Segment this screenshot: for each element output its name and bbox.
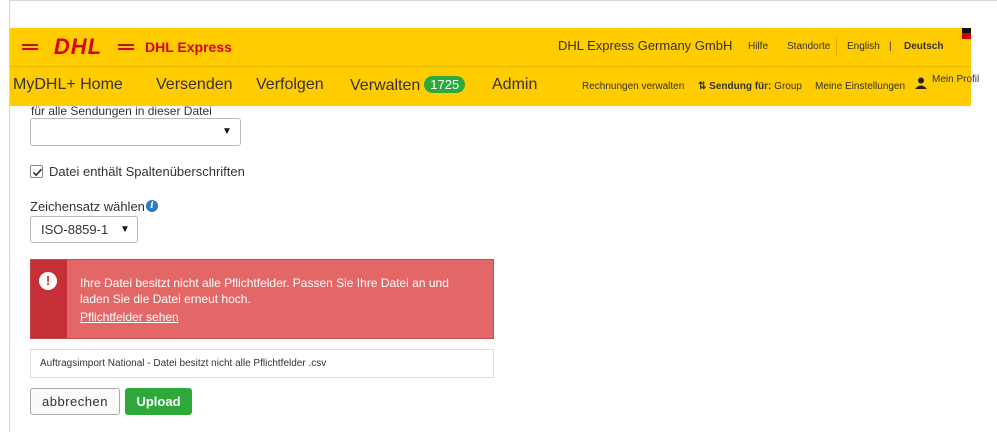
nav-verfolgen[interactable]: Verfolgen [256,76,324,94]
sendung-arrows-icon: ⇅ [698,81,707,92]
nav-verwalten[interactable]: Verwalten 1725 [350,76,466,95]
charset-label: Zeichensatz wählen [30,199,145,214]
cancel-button[interactable]: abbrechen [30,388,120,415]
nav-versenden[interactable]: Versenden [156,76,233,94]
alert-message: Ihre Datei besitzt nicht alle Pflichtfel… [80,276,449,306]
column-headers-checkbox[interactable] [30,165,43,178]
file-name: Auftragsimport National - Datei besitzt … [40,358,327,369]
alert-icon-strip: ! [31,260,67,338]
language-english-link[interactable]: English [847,41,880,52]
required-fields-link[interactable]: Pflichtfelder sehen [80,310,179,324]
nav-meine-einstellungen[interactable]: Meine Einstellungen [815,81,905,92]
sendung-fuer-selector[interactable]: ⇅ Sendung für: Group [698,81,802,92]
nav-mein-profil[interactable]: Mein Profil [932,74,979,85]
column-headers-label: Datei enthält Spaltenüberschriften [49,164,245,179]
top-header-bar: DHL DHL Express DHL Express Germany GmbH… [10,28,971,66]
sendung-value: Group [774,81,802,92]
exclamation-icon: ! [39,272,57,290]
logo-text: DHL [54,34,102,59]
chevron-down-icon: ▼ [222,126,232,137]
user-icon [915,77,927,92]
nav-verwalten-label: Verwalten [350,77,421,94]
info-icon[interactable]: i [146,200,158,212]
error-alert: ! Ihre Datei besitzt nicht alle Pflichtf… [30,259,494,339]
help-link[interactable]: Hilfe [748,41,768,52]
brand-name: DHL Express [145,39,232,55]
dhl-logo[interactable]: DHL [22,34,134,60]
nav-admin[interactable]: Admin [492,76,537,94]
chevron-down-icon: ▼ [120,224,130,235]
language-deutsch-link[interactable]: Deutsch [904,41,943,52]
nav-rechnungen-verwalten[interactable]: Rechnungen verwalten [582,81,684,92]
sendung-label: Sendung für: [709,81,772,92]
verwalten-count-badge: 1725 [424,76,466,93]
charset-value: ISO-8859-1 [41,222,109,237]
locations-link[interactable]: Standorte [787,41,830,52]
language-separator: | [889,41,892,52]
shipment-option-select[interactable]: ▼ [30,118,241,146]
company-name: DHL Express Germany GmbH [558,38,733,53]
german-flag-icon[interactable] [962,28,971,44]
shipment-file-label: für alle Sendungen in dieser Datei [31,104,212,118]
uploaded-file-field: Auftragsimport National - Datei besitzt … [30,349,494,378]
checkmark-icon [32,168,43,177]
nav-mydhl-home[interactable]: MyDHL+ Home [13,76,123,94]
upload-button[interactable]: Upload [125,388,192,415]
main-nav: MyDHL+ Home Versenden Verfolgen Verwalte… [10,66,979,106]
charset-select[interactable]: ISO-8859-1 ▼ [30,216,138,243]
header-divider [836,37,837,55]
